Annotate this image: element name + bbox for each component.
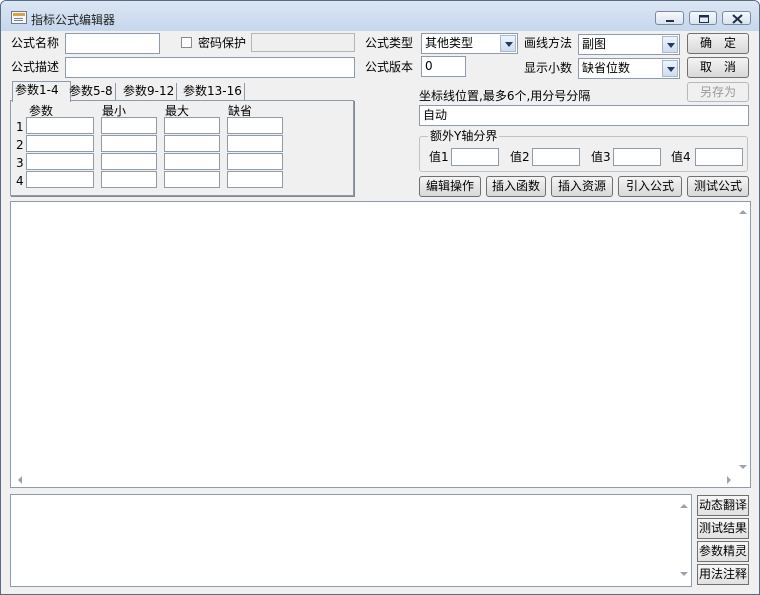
param-min-cell[interactable] bbox=[101, 117, 157, 134]
param-row-index: 1 bbox=[16, 120, 24, 134]
value-3-label: 值3 bbox=[591, 150, 611, 164]
param-header-max: 最大 bbox=[165, 104, 190, 118]
tab-params-1-4[interactable]: 参数1-4 bbox=[12, 81, 71, 102]
minimize-button[interactable] bbox=[655, 11, 684, 25]
param-default-cell[interactable] bbox=[227, 117, 283, 134]
extra-y-axis-title: 额外Y轴分界 bbox=[428, 129, 500, 143]
param-max-cell[interactable] bbox=[164, 117, 220, 134]
axis-lines-input[interactable]: 自动 bbox=[419, 105, 749, 126]
axis-lines-label: 坐标线位置,最多6个,用分号分隔 bbox=[419, 89, 591, 103]
minimize-icon bbox=[666, 20, 674, 22]
test-formula-button[interactable]: 测试公式 bbox=[687, 176, 749, 197]
param-default-cell[interactable] bbox=[227, 171, 283, 188]
param-name-cell[interactable] bbox=[26, 135, 94, 152]
value-4-input[interactable] bbox=[695, 148, 743, 166]
param-name-cell[interactable] bbox=[26, 153, 94, 170]
param-min-cell[interactable] bbox=[101, 171, 157, 188]
window-title: 指标公式编辑器 bbox=[31, 13, 116, 27]
usage-notes-button[interactable]: 用法注释 bbox=[697, 564, 749, 585]
decimal-value: 缺省位数 bbox=[582, 61, 631, 75]
chevron-down-icon[interactable] bbox=[662, 36, 678, 53]
formula-type-label: 公式类型 bbox=[365, 36, 414, 50]
insert-resource-button[interactable]: 插入资源 bbox=[551, 176, 613, 197]
formula-name-label: 公式名称 bbox=[11, 36, 60, 50]
draw-method-label: 画线方法 bbox=[524, 36, 573, 50]
value-1-input[interactable] bbox=[451, 148, 499, 166]
param-name-cell[interactable] bbox=[26, 117, 94, 134]
save-as-button[interactable]: 另存为 bbox=[687, 82, 749, 102]
dynamic-translate-button[interactable]: 动态翻译 bbox=[697, 495, 749, 516]
formula-editor-window: 指标公式编辑器 公式名称 密码保护 公式类型 其他类型 画线方法 副图 确 定 … bbox=[0, 0, 760, 595]
scroll-right-icon[interactable] bbox=[726, 476, 732, 484]
chevron-down-icon[interactable] bbox=[500, 35, 516, 52]
formula-version-input[interactable]: 0 bbox=[421, 56, 466, 77]
tab-params-5-8[interactable]: 参数5-8 bbox=[67, 83, 116, 101]
scroll-up-icon[interactable] bbox=[680, 503, 688, 509]
decimal-select[interactable]: 缺省位数 bbox=[578, 58, 680, 79]
test-result-button[interactable]: 测试结果 bbox=[697, 518, 749, 539]
chevron-down-icon[interactable] bbox=[662, 60, 678, 77]
param-wizard-button[interactable]: 参数精灵 bbox=[697, 541, 749, 562]
param-default-cell[interactable] bbox=[227, 135, 283, 152]
insert-function-button[interactable]: 插入函数 bbox=[486, 176, 546, 197]
param-row-index: 2 bbox=[16, 138, 24, 152]
value-4-label: 值4 bbox=[671, 150, 691, 164]
scroll-down-icon[interactable] bbox=[739, 464, 747, 470]
output-text-area[interactable] bbox=[10, 494, 692, 587]
param-min-cell[interactable] bbox=[101, 153, 157, 170]
param-max-cell[interactable] bbox=[164, 135, 220, 152]
formula-desc-label: 公式描述 bbox=[11, 60, 60, 74]
close-icon bbox=[732, 14, 743, 24]
password-input[interactable] bbox=[251, 33, 355, 52]
formula-type-select[interactable]: 其他类型 bbox=[421, 33, 518, 54]
param-name-cell[interactable] bbox=[26, 171, 94, 188]
param-header-min: 最小 bbox=[102, 104, 127, 118]
cancel-button[interactable]: 取 消 bbox=[687, 57, 749, 78]
param-header-name: 参数 bbox=[29, 104, 54, 118]
param-header-default: 缺省 bbox=[228, 104, 253, 118]
ok-button[interactable]: 确 定 bbox=[687, 33, 749, 54]
edit-operations-button[interactable]: 编辑操作 bbox=[419, 176, 481, 197]
value-2-label: 值2 bbox=[510, 150, 530, 164]
value-2-input[interactable] bbox=[532, 148, 580, 166]
param-row-index: 4 bbox=[16, 174, 24, 188]
formula-version-label: 公式版本 bbox=[365, 60, 414, 74]
param-default-cell[interactable] bbox=[227, 153, 283, 170]
scroll-left-icon[interactable] bbox=[17, 476, 23, 484]
scroll-up-icon[interactable] bbox=[739, 209, 747, 215]
app-icon bbox=[11, 11, 27, 24]
formula-desc-input[interactable] bbox=[65, 57, 355, 78]
tab-params-13-16[interactable]: 参数13-16 bbox=[181, 83, 245, 101]
draw-method-value: 副图 bbox=[582, 37, 607, 51]
formula-code-editor[interactable] bbox=[10, 201, 751, 488]
close-button[interactable] bbox=[722, 11, 751, 25]
param-max-cell[interactable] bbox=[164, 171, 220, 188]
tab-params-9-12[interactable]: 参数9-12 bbox=[121, 83, 178, 101]
value-1-label: 值1 bbox=[429, 150, 449, 164]
formula-name-input[interactable] bbox=[65, 33, 160, 54]
password-label: 密码保护 bbox=[198, 36, 247, 50]
maximize-button[interactable] bbox=[689, 11, 717, 25]
title-bar[interactable]: 指标公式编辑器 bbox=[1, 1, 759, 31]
value-3-input[interactable] bbox=[613, 148, 661, 166]
password-checkbox[interactable] bbox=[181, 37, 192, 48]
decimal-label: 显示小数 bbox=[524, 61, 573, 75]
scroll-down-icon[interactable] bbox=[680, 571, 688, 577]
import-formula-button[interactable]: 引入公式 bbox=[618, 176, 682, 197]
param-max-cell[interactable] bbox=[164, 153, 220, 170]
formula-type-value: 其他类型 bbox=[425, 36, 474, 50]
param-min-cell[interactable] bbox=[101, 135, 157, 152]
maximize-icon bbox=[699, 15, 709, 23]
param-row-index: 3 bbox=[16, 156, 24, 170]
draw-method-select[interactable]: 副图 bbox=[578, 34, 680, 55]
